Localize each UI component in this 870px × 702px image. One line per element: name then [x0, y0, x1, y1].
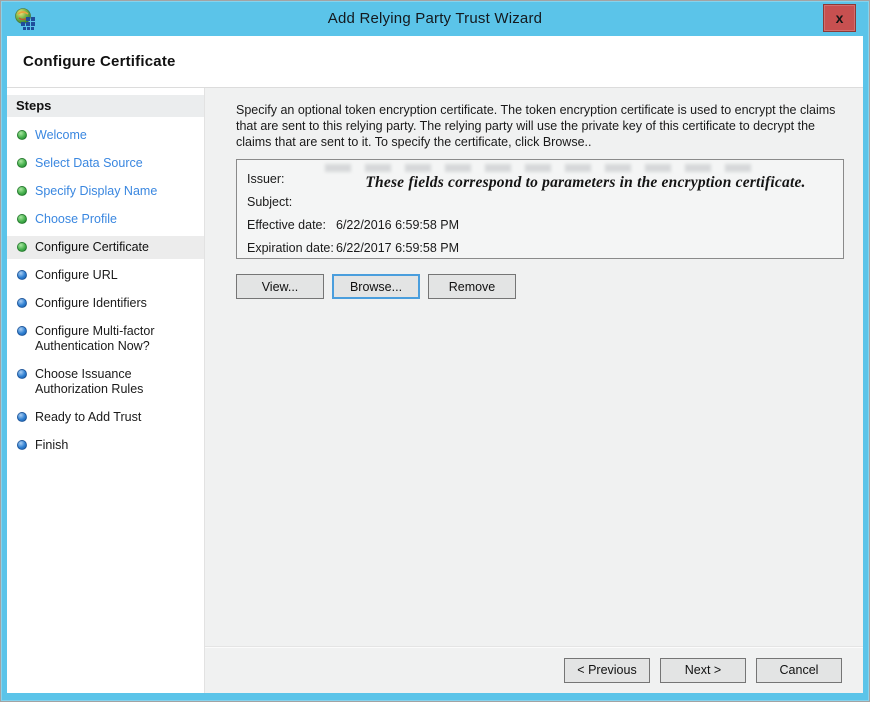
steps-heading: Steps	[7, 95, 204, 117]
step-choose-issuance-rules: Choose Issuance Authorization Rules	[7, 363, 204, 401]
step-select-data-source[interactable]: Select Data Source	[7, 152, 204, 175]
wizard-footer: < Previous Next > Cancel	[205, 646, 863, 693]
cert-field-subject: Subject:	[247, 190, 843, 213]
step-done-dot	[17, 186, 27, 196]
wizard-window: Add Relying Party Trust Wizard x Configu…	[0, 0, 870, 702]
dialog-frame: Configure Certificate Steps Welcome Sele…	[7, 36, 863, 693]
cert-field-effective-date: Effective date: 6/22/2016 6:59:58 PM	[247, 213, 843, 236]
step-configure-mfa: Configure Multi-factor Authentication No…	[7, 320, 204, 358]
title-bar: Add Relying Party Trust Wizard x	[1, 1, 869, 36]
remove-button[interactable]: Remove	[428, 274, 516, 299]
description-text: Specify an optional token encryption cer…	[236, 102, 836, 150]
step-todo-dot	[17, 440, 27, 450]
step-todo-dot	[17, 369, 27, 379]
view-button[interactable]: View...	[236, 274, 324, 299]
window-title: Add Relying Party Trust Wizard	[1, 10, 869, 27]
page-header: Configure Certificate	[7, 36, 863, 88]
step-todo-dot	[17, 326, 27, 336]
annotation-note: These fields correspond to parameters in…	[333, 174, 838, 192]
certificate-buttons: View... Browse... Remove	[236, 274, 853, 299]
steps-sidebar: Steps Welcome Select Data Source Specify…	[7, 88, 205, 693]
next-button[interactable]: Next >	[660, 658, 746, 683]
step-welcome[interactable]: Welcome	[7, 124, 204, 147]
step-done-dot	[17, 242, 27, 252]
step-todo-dot	[17, 412, 27, 422]
step-configure-url: Configure URL	[7, 264, 204, 287]
step-configure-identifiers: Configure Identifiers	[7, 292, 204, 315]
step-done-dot	[17, 158, 27, 168]
main-panel: Specify an optional token encryption cer…	[205, 88, 863, 693]
step-todo-dot	[17, 270, 27, 280]
cancel-button[interactable]: Cancel	[756, 658, 842, 683]
adfs-globe-icon	[14, 7, 38, 31]
page-title: Configure Certificate	[23, 53, 176, 70]
step-ready-to-add-trust: Ready to Add Trust	[7, 406, 204, 429]
step-choose-profile[interactable]: Choose Profile	[7, 208, 204, 231]
close-icon[interactable]: x	[823, 4, 856, 32]
step-configure-certificate: Configure Certificate	[7, 236, 204, 259]
certificate-info-box: Issuer: Subject: Effective date: 6/22/20…	[236, 159, 844, 259]
steps-list: Welcome Select Data Source Specify Displ…	[7, 124, 204, 457]
step-done-dot	[17, 130, 27, 140]
step-specify-display-name[interactable]: Specify Display Name	[7, 180, 204, 203]
step-finish: Finish	[7, 434, 204, 457]
browse-button[interactable]: Browse...	[332, 274, 420, 299]
cert-field-expiration-date: Expiration date: 6/22/2017 6:59:58 PM	[247, 236, 843, 259]
previous-button[interactable]: < Previous	[564, 658, 650, 683]
step-todo-dot	[17, 298, 27, 308]
step-done-dot	[17, 214, 27, 224]
